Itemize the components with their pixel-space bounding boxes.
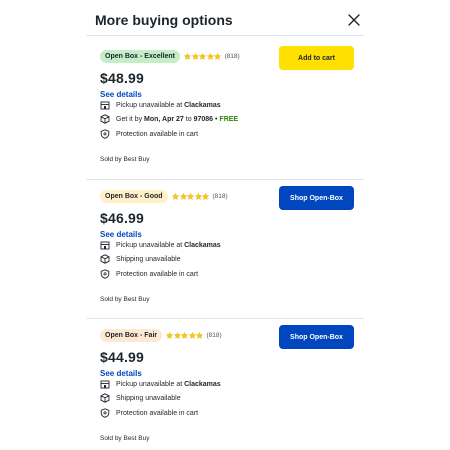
pickup-text: Pickup unavailable at <box>116 101 183 109</box>
package-icon <box>100 114 110 124</box>
protection-row: Protection available in cart <box>100 128 198 140</box>
pickup-row: Pickup unavailable at Clackamas <box>100 239 221 251</box>
shipping-row: Shipping unavailable <box>100 253 181 265</box>
see-details-link[interactable]: See details <box>100 369 142 378</box>
star-icon <box>187 193 194 200</box>
protection-text: Protection available in cart <box>116 270 199 278</box>
shop-open-box-button[interactable]: Shop Open-Box <box>279 186 354 210</box>
shield-icon <box>100 408 110 418</box>
package-icon <box>100 393 110 403</box>
shield-icon <box>100 269 110 279</box>
pickup-row: Pickup unavailable at Clackamas <box>100 99 221 111</box>
rating-count: (818) <box>212 193 228 200</box>
rating-count: (818) <box>206 332 222 339</box>
price: $48.99 <box>100 70 145 86</box>
shipping-text: Shipping unavailable <box>116 255 181 263</box>
add-to-cart-button[interactable]: Add to cart <box>279 46 354 70</box>
rating-stars: (818) <box>166 329 222 342</box>
pickup-row: Pickup unavailable at Clackamas <box>100 378 221 390</box>
shop-open-box-button[interactable]: Shop Open-Box <box>279 325 354 349</box>
protection-row: Protection available in cart <box>100 407 198 419</box>
star-icon <box>166 332 173 339</box>
sold-by: Sold by Best Buy <box>100 435 150 442</box>
shield-icon <box>100 129 110 139</box>
see-details-link[interactable]: See details <box>100 230 142 239</box>
close-icon[interactable] <box>345 11 363 29</box>
rating-count: (818) <box>224 53 240 60</box>
star-icon <box>172 193 179 200</box>
pickup-text: Pickup unavailable at <box>116 380 183 388</box>
offer-card-excellent: Open Box - Excellent (818) Add to cart $… <box>86 40 364 170</box>
store-icon <box>100 241 110 250</box>
star-icon <box>181 332 188 339</box>
delivery-separator: • <box>215 115 218 123</box>
star-icon <box>173 332 181 339</box>
condition-badge: Open Box - Good <box>100 190 168 203</box>
star-icon <box>196 332 203 339</box>
pickup-text: Pickup unavailable at <box>116 241 183 249</box>
condition-badge: Open Box - Fair <box>100 329 163 342</box>
delivery-zip[interactable]: 97086 <box>194 116 213 123</box>
star-icon <box>191 53 199 60</box>
price: $44.99 <box>100 349 145 365</box>
shipping-text: Shipping unavailable <box>116 394 181 402</box>
pickup-store: Clackamas <box>184 241 221 249</box>
star-icon <box>214 53 221 60</box>
see-details-link[interactable]: See details <box>100 90 142 99</box>
pickup-store: Clackamas <box>184 380 221 388</box>
protection-row: Protection available in cart <box>100 268 198 280</box>
star-icon <box>199 53 206 60</box>
delivery-row: Get it by Mon, Apr 27 to 97086 • FREE <box>100 113 238 125</box>
package-icon <box>100 254 110 264</box>
star-icon <box>194 193 202 200</box>
offer-card-good: Open Box - Good (818) Shop Open-Box $46.… <box>86 180 364 310</box>
condition-badge: Open Box - Excellent <box>100 50 181 63</box>
delivery-date: Mon, Apr 27 <box>144 115 184 123</box>
star-icon <box>206 53 214 60</box>
delivery-to: to <box>185 115 192 123</box>
dialog-title: More buying options <box>95 12 233 28</box>
star-icon <box>188 332 196 339</box>
header-divider <box>86 35 364 36</box>
shipping-row: Shipping unavailable <box>100 392 181 404</box>
rating-stars: (818) <box>172 190 228 203</box>
dialog-header: More buying options <box>95 10 365 34</box>
offer-card-fair: Open Box - Fair (818) Shop Open-Box $44.… <box>86 319 364 449</box>
star-icon <box>202 193 209 200</box>
price: $46.99 <box>100 210 145 226</box>
delivery-prefix: Get it by <box>116 115 143 123</box>
star-icon <box>179 193 187 200</box>
protection-text: Protection available in cart <box>116 409 199 417</box>
pickup-store: Clackamas <box>184 101 221 109</box>
sold-by: Sold by Best Buy <box>100 296 150 303</box>
protection-text: Protection available in cart <box>116 130 199 138</box>
store-icon <box>100 380 110 389</box>
close-button[interactable] <box>345 11 363 29</box>
rating-stars: (818) <box>184 50 240 63</box>
store-icon <box>100 101 110 110</box>
sold-by: Sold by Best Buy <box>100 156 150 163</box>
star-icon <box>184 53 191 60</box>
delivery-cost: FREE <box>219 115 239 123</box>
